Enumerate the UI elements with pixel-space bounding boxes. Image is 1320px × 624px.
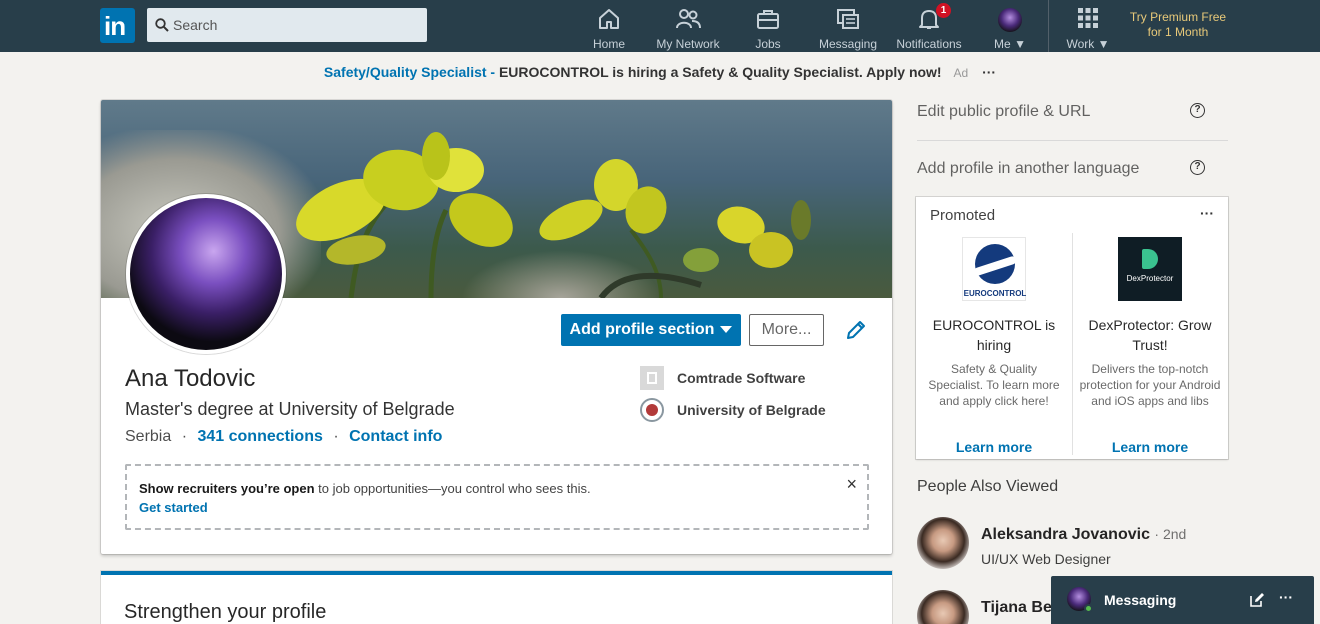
education-item-belgrade[interactable]: University of Belgrade	[640, 398, 826, 422]
avatar	[917, 590, 969, 624]
profile-name: Ana Todovic	[125, 365, 256, 392]
help-icon[interactable]: ?	[1190, 103, 1205, 118]
learn-more-link[interactable]: Learn more	[916, 439, 1072, 455]
building-icon	[640, 366, 664, 390]
eurocontrol-logo: EUROCONTROL	[962, 237, 1026, 301]
briefcase-icon	[756, 7, 780, 33]
nav-my-network[interactable]: My Network	[653, 0, 723, 52]
connections-link[interactable]: 341 connections	[197, 428, 322, 445]
add-language-profile-link[interactable]: Add profile in another language	[917, 160, 1139, 178]
caret-down-icon	[720, 326, 733, 334]
online-status-dot	[1084, 604, 1093, 613]
nav-divider	[1048, 0, 1049, 52]
people-also-viewed-title: People Also Viewed	[917, 478, 1059, 495]
grid-icon	[1077, 7, 1099, 33]
avatar	[998, 8, 1022, 32]
nav-jobs[interactable]: Jobs	[748, 0, 788, 52]
learn-more-link[interactable]: Learn more	[1072, 439, 1228, 455]
promoted-ad-eurocontrol[interactable]: EUROCONTROL EUROCONTROL is hiring Safety…	[916, 237, 1072, 455]
more-button[interactable]: More...	[749, 314, 824, 346]
ad-more-icon[interactable]: ···	[982, 64, 996, 80]
profile-photo[interactable]	[126, 194, 286, 354]
add-profile-section-button[interactable]: Add profile section	[561, 314, 741, 346]
messaging-more-icon[interactable]: ···	[1279, 589, 1293, 605]
strengthen-title: Strengthen your profile	[124, 601, 327, 623]
nav-home[interactable]: Home	[586, 0, 632, 52]
try-premium-link[interactable]: Try Premium Free for 1 Month	[1126, 10, 1230, 40]
compose-icon[interactable]	[1249, 592, 1265, 608]
edit-public-profile-link[interactable]: Edit public profile & URL	[917, 103, 1090, 121]
experience-item-comtrade[interactable]: Comtrade Software	[640, 366, 805, 390]
profile-headline: Master's degree at University of Belgrad…	[125, 399, 455, 419]
nav-work[interactable]: Work ▼	[1064, 0, 1112, 52]
strengthen-profile-card: Strengthen your profile	[101, 571, 892, 624]
chevron-down-icon: ▼	[1014, 37, 1026, 51]
avatar	[917, 517, 969, 569]
linkedin-logo[interactable]: in	[100, 8, 135, 43]
home-icon	[597, 7, 621, 33]
notification-badge: 1	[936, 3, 951, 18]
profile-card: Add profile section More... Ana Todovic …	[101, 100, 892, 554]
nav-notifications[interactable]: 1 Notifications	[894, 0, 964, 52]
promoted-ad-dexprotector[interactable]: DexProtector DexProtector: Grow Trust! D…	[1072, 237, 1228, 455]
nav-me[interactable]: Me ▼	[990, 0, 1030, 52]
promoted-more-icon[interactable]: ···	[1200, 205, 1214, 221]
promoted-title: Promoted	[930, 207, 996, 224]
search-icon	[155, 18, 169, 32]
people-also-viewed-item[interactable]: Aleksandra Jovanovic · 2nd UI/UX Web Des…	[917, 517, 1217, 571]
search-bar[interactable]	[147, 8, 427, 42]
bell-icon: 1	[917, 3, 951, 33]
contact-info-link[interactable]: Contact info	[349, 428, 442, 445]
search-input[interactable]	[173, 14, 413, 36]
close-icon[interactable]: ×	[846, 474, 857, 495]
promoted-card: Promoted ··· EUROCONTROL EUROCONTROL is …	[916, 197, 1228, 459]
ad-tag: Ad	[953, 66, 969, 80]
profile-meta: Serbia · 341 connections · Contact info	[125, 428, 443, 445]
global-nav: in Home My Network Jobs Messaging 1 Noti	[0, 0, 1320, 52]
rail-divider	[917, 140, 1228, 141]
ad-banner-link[interactable]: Safety/Quality Specialist -	[324, 64, 495, 80]
chat-icon	[836, 7, 860, 33]
university-logo	[640, 398, 664, 422]
ad-banner: Safety/Quality Specialist - EUROCONTROL …	[0, 64, 1320, 80]
network-icon	[675, 7, 701, 33]
dexprotector-logo: DexProtector	[1118, 237, 1182, 301]
get-started-link[interactable]: Get started	[139, 500, 208, 515]
pencil-icon[interactable]	[845, 319, 867, 341]
profile-location: Serbia	[125, 428, 172, 445]
nav-messaging[interactable]: Messaging	[817, 0, 879, 52]
chevron-down-icon: ▼	[1097, 37, 1110, 51]
open-to-work-card: Show recruiters you’re open to job oppor…	[125, 464, 869, 530]
help-icon[interactable]: ?	[1190, 160, 1205, 175]
ad-banner-text[interactable]: EUROCONTROL is hiring a Safety & Quality…	[499, 64, 942, 80]
messaging-dock[interactable]: Messaging ···	[1051, 576, 1314, 624]
